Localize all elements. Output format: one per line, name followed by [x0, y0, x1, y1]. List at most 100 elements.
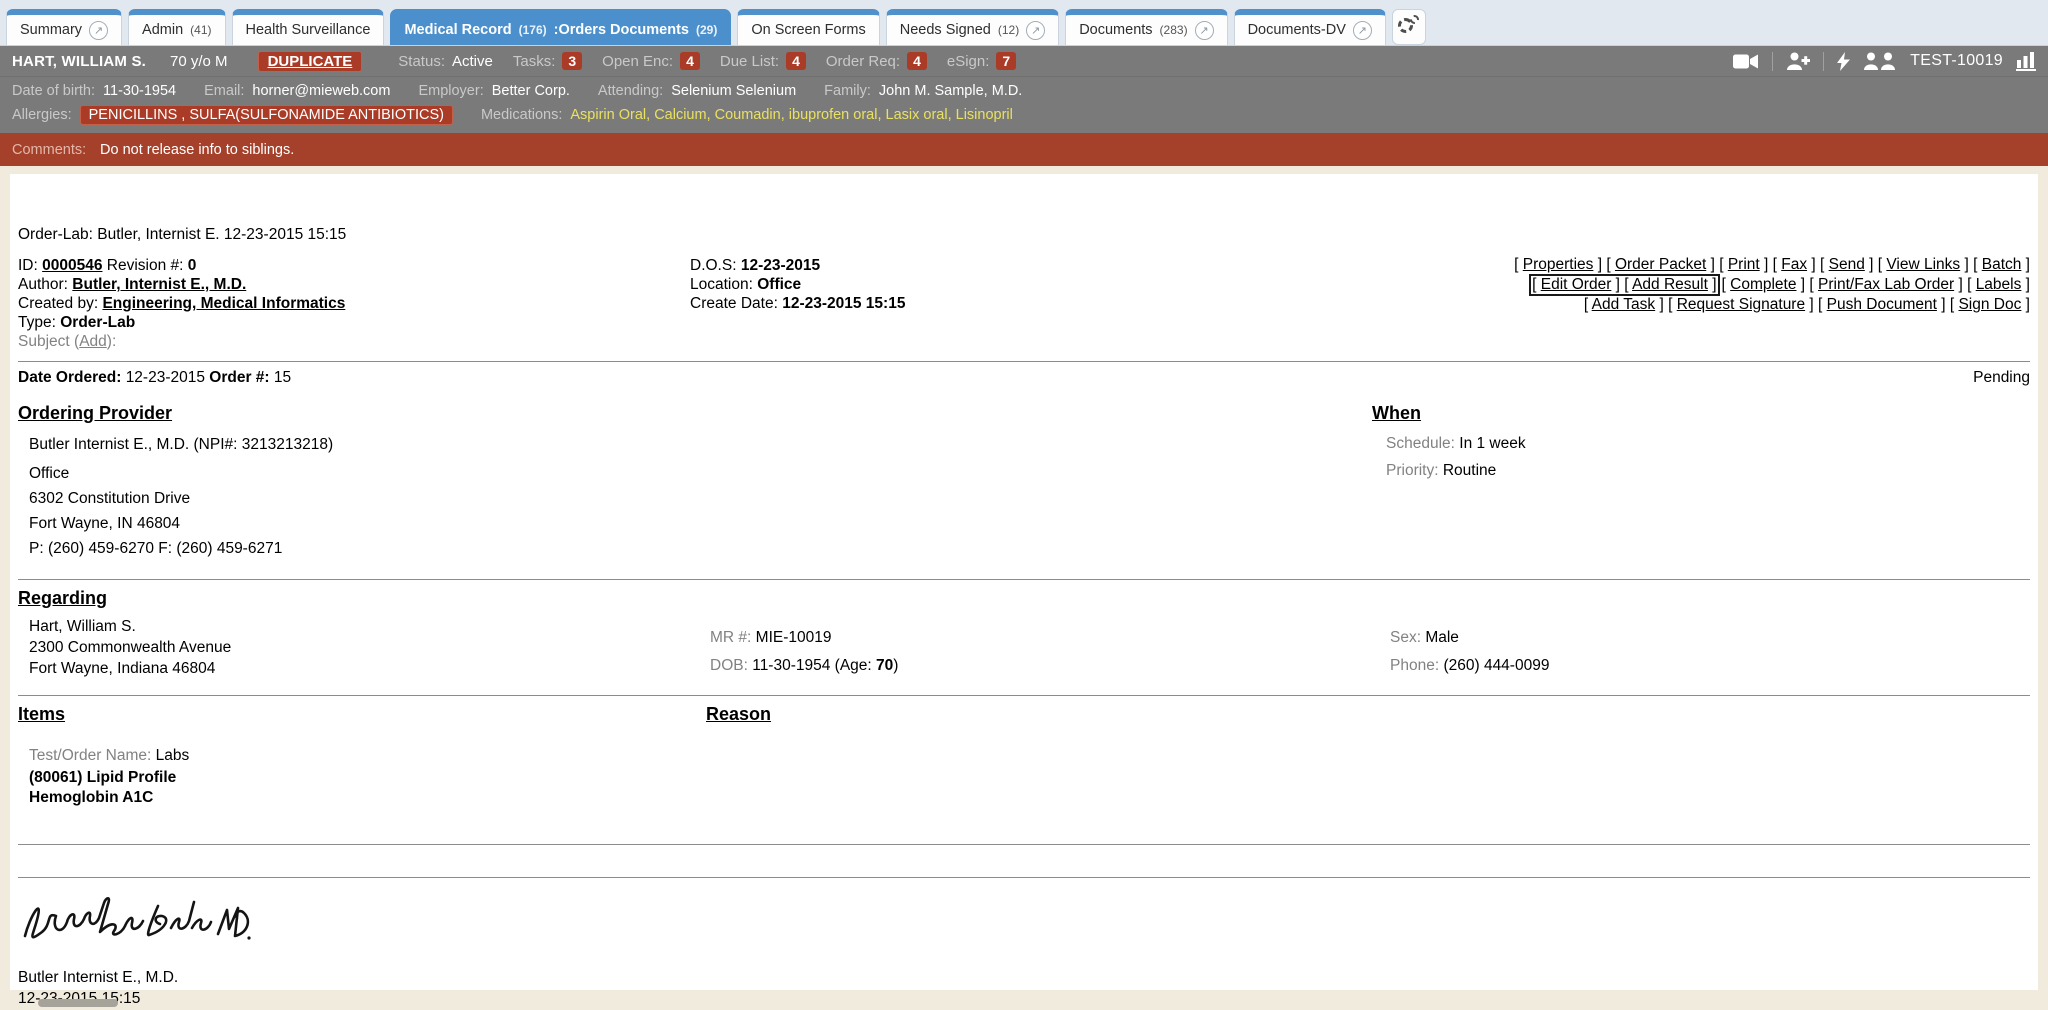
order-status: Pending: [1973, 369, 2030, 387]
provider-address2: Fort Wayne, IN 46804: [29, 511, 2030, 536]
author-label: Author:: [18, 276, 68, 293]
tab-on-screen-forms[interactable]: On Screen Forms: [737, 9, 879, 45]
order-document: Order-Lab: Butler, Internist E. 12-23-20…: [10, 174, 2038, 990]
regarding-heading: Regarding: [18, 588, 2030, 609]
tab-label: Documents: [1079, 22, 1152, 38]
comments-bar: Comments: Do not release info to sibling…: [0, 133, 2048, 166]
push-document-link[interactable]: Push Document: [1827, 296, 1937, 313]
tab-settings-button[interactable]: [1392, 9, 1426, 45]
subject-add-link[interactable]: Add: [79, 333, 107, 350]
edit-order-link[interactable]: Edit Order: [1541, 276, 1612, 293]
provider-name: Butler Internist E., M.D. (NPI#: 3213213…: [29, 432, 2030, 457]
tab-needs-signed[interactable]: Needs Signed (12) ↗: [886, 9, 1059, 45]
divider: [18, 695, 2030, 696]
add-task-link[interactable]: Add Task: [1592, 296, 1655, 313]
provider-address1: 6302 Constitution Drive: [29, 486, 2030, 511]
comments-label: Comments:: [12, 142, 100, 158]
when-heading: When: [1372, 403, 1526, 424]
print-fax-lab-order-link[interactable]: Print/Fax Lab Order: [1818, 276, 1954, 293]
order-packet-link[interactable]: Order Packet: [1615, 256, 1706, 273]
tab-health-surveillance[interactable]: Health Surveillance: [232, 9, 385, 45]
phone-value: (260) 444-0099: [1443, 657, 1549, 674]
divider: [1823, 52, 1824, 71]
request-signature-link[interactable]: Request Signature: [1677, 296, 1805, 313]
tab-documents[interactable]: Documents (283) ↗: [1065, 9, 1227, 45]
tab-label: Medical Record: [404, 22, 511, 38]
order-number-label: Order #:: [209, 369, 269, 386]
patients-icon[interactable]: [1863, 52, 1897, 70]
add-result-link[interactable]: Add Result: [1632, 276, 1708, 293]
location-label: Location:: [690, 276, 753, 293]
popout-icon[interactable]: ↗: [1353, 21, 1372, 40]
lightning-icon[interactable]: [1837, 52, 1850, 71]
email-value: horner@mieweb.com: [252, 83, 390, 99]
sign-doc-link[interactable]: Sign Doc: [1958, 296, 2021, 313]
type-label: Type:: [18, 314, 56, 331]
patient-header-bar: HART, WILLIAM S. 70 y/o M DUPLICATE Stat…: [0, 46, 2048, 77]
send-link[interactable]: Send: [1829, 256, 1865, 273]
provider-facility: Office: [29, 461, 2030, 486]
gears-icon: [1410, 15, 1419, 24]
open-enc-count-badge[interactable]: 4: [680, 52, 700, 70]
created-by-link[interactable]: Engineering, Medical Informatics: [102, 295, 345, 312]
medication-link[interactable]: Aspirin Oral: [570, 107, 654, 123]
add-patient-icon[interactable]: [1786, 52, 1810, 70]
document-id-link[interactable]: 0000546: [42, 257, 102, 274]
tab-count: (12): [998, 23, 1019, 37]
family-value: John M. Sample, M.D.: [879, 83, 1022, 99]
demographics-panel: Date of birth: 11-30-1954 Email: horner@…: [0, 77, 2048, 133]
complete-link[interactable]: Complete: [1730, 276, 1796, 293]
provider-phone-fax: P: (260) 459-6270 F: (260) 459-6271: [29, 536, 2030, 561]
subject-label: Subject: [18, 333, 70, 350]
regarding-address1: 2300 Commonwealth Avenue: [29, 637, 2030, 658]
date-ordered-value: 12-23-2015: [126, 369, 205, 386]
allergies-badge[interactable]: PENICILLINS , SULFA(SULFONAMIDE ANTIBIOT…: [80, 105, 453, 125]
sex-value: Male: [1425, 629, 1459, 646]
tab-label: Documents-DV: [1248, 22, 1346, 38]
popout-icon[interactable]: ↗: [1026, 21, 1045, 40]
order-req-count-badge[interactable]: 4: [907, 52, 927, 70]
signer-name: Butler Internist E., M.D.: [18, 967, 2030, 988]
popout-icon[interactable]: ↗: [89, 21, 108, 40]
divider: [18, 844, 2030, 845]
esign-count-badge[interactable]: 7: [996, 52, 1016, 70]
tab-admin[interactable]: Admin (41): [128, 9, 225, 45]
tab-summary[interactable]: Summary ↗: [6, 9, 122, 45]
popout-icon[interactable]: ↗: [1195, 21, 1214, 40]
divider: [18, 877, 2030, 878]
document-title: Order-Lab: Butler, Internist E. 12-23-20…: [18, 226, 2030, 244]
view-links-link[interactable]: View Links: [1886, 256, 1960, 273]
video-call-icon[interactable]: [1733, 53, 1759, 70]
employer-label: Employer:: [418, 83, 483, 99]
labels-link[interactable]: Labels: [1976, 276, 2022, 293]
type-value: Order-Lab: [60, 314, 135, 331]
medication-link[interactable]: Lasix oral: [886, 107, 956, 123]
document-actions: Properties Order Packet Print Fax Send View L…: [1514, 256, 2030, 314]
dob-label: Date of birth:: [12, 83, 95, 99]
attending-value: Selenium Selenium: [671, 83, 796, 99]
duplicate-badge[interactable]: DUPLICATE: [258, 51, 363, 72]
signature-image: [18, 888, 253, 952]
test-item: (80061) Lipid Profile: [29, 768, 2030, 788]
fax-link[interactable]: Fax: [1781, 256, 1807, 273]
chart-tab-bar: Summary ↗ Admin (41) Health Surveillance…: [0, 0, 2048, 46]
flowsheet-chart-icon[interactable]: [2016, 52, 2036, 71]
tab-medical-record-orders-documents[interactable]: Medical Record (176) :Orders Documents (…: [390, 9, 731, 45]
author-link[interactable]: Butler, Internist E., M.D.: [72, 276, 246, 293]
medication-link[interactable]: ibuprofen oral: [789, 107, 886, 123]
document-meta: ID: 0000546 Revision #: 0 Author: Butler…: [18, 256, 2030, 351]
properties-link[interactable]: Properties: [1523, 256, 1594, 273]
esign-label: eSign:: [947, 53, 990, 70]
print-link[interactable]: Print: [1728, 256, 1760, 273]
dob-value: 11-30-1954: [103, 83, 176, 99]
medication-link[interactable]: Coumadin: [715, 107, 789, 123]
medication-link[interactable]: Lisinopril: [956, 107, 1013, 123]
medication-link[interactable]: Calcium: [654, 107, 714, 123]
tab-documents-dv[interactable]: Documents-DV ↗: [1234, 9, 1386, 45]
order-number-value: 15: [274, 369, 291, 386]
due-list-count-badge[interactable]: 4: [786, 52, 806, 70]
tasks-count-badge[interactable]: 3: [562, 52, 582, 70]
horizontal-scrollbar-thumb[interactable]: [38, 999, 118, 1007]
batch-link[interactable]: Batch: [1982, 256, 2022, 273]
email-label: Email:: [204, 83, 244, 99]
